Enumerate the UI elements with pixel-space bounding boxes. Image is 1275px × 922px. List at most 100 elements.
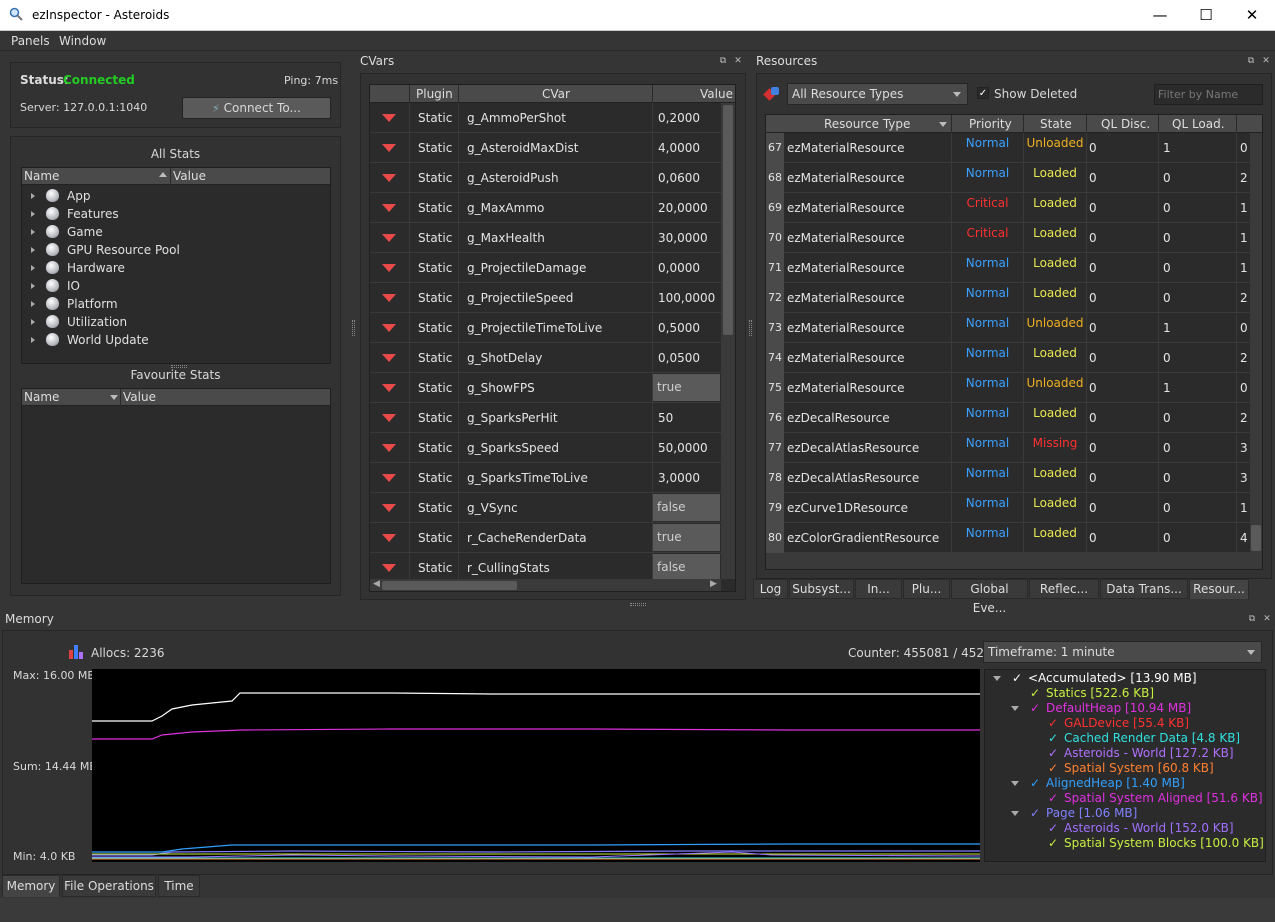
cvar-row[interactable]: Static g_MaxHealth 30,0000 [370, 223, 721, 253]
stat-tree-item[interactable]: GPU Resource Pool [22, 242, 330, 260]
cvar-value[interactable]: 0,0500 [658, 343, 720, 373]
stat-tree-item[interactable]: World Update [22, 332, 330, 350]
expand-arrow-icon[interactable] [31, 247, 35, 253]
resource-row[interactable]: 74 ezMaterialResource Normal Loaded 0 0 2 [766, 343, 1250, 373]
stat-tree-item[interactable]: Platform [22, 296, 330, 314]
panel-close-icon[interactable]: ✕ [733, 56, 743, 66]
tab-4[interactable]: Plu... [903, 579, 950, 599]
cvar-row[interactable]: Static g_ShotDelay 0,0500 [370, 343, 721, 373]
expand-arrow-icon[interactable] [31, 265, 35, 271]
cvar-value[interactable]: false [653, 554, 720, 581]
expand-arrow-icon[interactable] [31, 283, 35, 289]
menu-window[interactable]: Window [59, 34, 106, 48]
stat-tree-item[interactable]: Hardware [22, 260, 330, 278]
legend-item[interactable]: ✓ Page [1.06 MB] [985, 806, 1265, 821]
tab-8[interactable]: Resour... [1189, 579, 1249, 599]
resource-row[interactable]: 67 ezMaterialResource Normal Unloaded 0 1 0 [766, 133, 1250, 163]
col-resource-type[interactable]: Resource Type [824, 117, 910, 131]
col-ql-load[interactable]: QL Load. [1172, 117, 1225, 131]
tab-file-operations[interactable]: File Operations [62, 875, 156, 897]
tab-3[interactable]: In... [855, 579, 902, 599]
cvar-row[interactable]: Static g_AsteroidMaxDist 4,0000 [370, 133, 721, 163]
expand-arrow-icon[interactable] [31, 229, 35, 235]
cvar-value[interactable]: 30,0000 [658, 223, 720, 253]
tab-1[interactable]: Log [753, 579, 788, 599]
col-plugin[interactable]: Plugin [416, 87, 453, 101]
tab-6[interactable]: Reflec... [1029, 579, 1099, 599]
col-value[interactable]: Value [173, 169, 206, 183]
legend-item[interactable]: ✓ Asteroids - World [127.2 KB] [985, 746, 1265, 761]
col-ql-disc[interactable]: QL Disc. [1101, 117, 1150, 131]
col-value[interactable]: Value [700, 87, 733, 101]
resources-table[interactable]: Resource Type Priority State QL Disc. QL… [765, 114, 1263, 570]
show-deleted-checkbox[interactable]: ✓ [977, 87, 989, 99]
cvar-value[interactable]: 0,0600 [658, 163, 720, 193]
legend-item[interactable]: ✓ Cached Render Data [4.8 KB] [985, 731, 1265, 746]
stat-tree-item[interactable]: App [22, 188, 330, 206]
resource-row[interactable]: 71 ezMaterialResource Normal Loaded 0 0 1 [766, 253, 1250, 283]
resource-row[interactable]: 73 ezMaterialResource Normal Unloaded 0 1 0 [766, 313, 1250, 343]
cvar-value[interactable]: 4,0000 [658, 133, 720, 163]
resource-row[interactable]: 70 ezMaterialResource Critical Loaded 0 0 1 [766, 223, 1250, 253]
check-icon[interactable]: ✓ [1048, 761, 1058, 775]
cvar-row[interactable]: Static g_SparksSpeed 50,0000 [370, 433, 721, 463]
memory-legend-tree[interactable]: ✓ <Accumulated> [13.90 MB] ✓ Statics [522.6… [984, 669, 1266, 862]
cvar-row[interactable]: Static r_CacheRenderData true [370, 523, 721, 553]
cvar-value[interactable]: 20,0000 [658, 193, 720, 223]
resource-row[interactable]: 68 ezMaterialResource Normal Loaded 0 0 2 [766, 163, 1250, 193]
fav-col-name[interactable]: Name [24, 390, 59, 404]
cvars-table[interactable]: Plugin CVar Value Static g_AmmoPerShot 0,2… [369, 84, 736, 592]
fav-col-value[interactable]: Value [123, 390, 156, 404]
stat-tree-item[interactable]: Game [22, 224, 330, 242]
cvars-vscrollbar[interactable] [721, 103, 735, 579]
cvar-value[interactable]: 0,0000 [658, 253, 720, 283]
check-icon[interactable]: ✓ [1030, 806, 1040, 820]
tab-time[interactable]: Time [158, 875, 200, 897]
all-stats-tree[interactable]: Name Value App Features Game GPU Resource P… [21, 167, 331, 364]
check-icon[interactable]: ✓ [1030, 701, 1040, 715]
col-state[interactable]: State [1040, 117, 1072, 131]
stat-tree-item[interactable]: Features [22, 206, 330, 224]
favourite-stats-tree[interactable]: Name Value [21, 388, 331, 584]
legend-item[interactable]: ✓ AlignedHeap [1.40 MB] [985, 776, 1265, 791]
close-button[interactable]: ✕ [1229, 0, 1275, 31]
resource-row[interactable]: 72 ezMaterialResource Normal Loaded 0 0 2 [766, 283, 1250, 313]
expand-arrow-icon[interactable] [31, 337, 35, 343]
check-icon[interactable]: ✓ [1012, 671, 1022, 685]
cvar-value[interactable]: true [653, 374, 720, 401]
connect-to-button[interactable]: ⚡ Connect To... [182, 97, 331, 119]
col-priority[interactable]: Priority [969, 117, 1012, 131]
float-icon[interactable]: ⧉ [1246, 56, 1256, 66]
cvar-value[interactable]: 0,2000 [658, 103, 720, 133]
check-icon[interactable]: ✓ [1048, 731, 1058, 745]
expand-arrow-icon[interactable] [31, 193, 35, 199]
panel-close-icon[interactable]: ✕ [1262, 614, 1272, 624]
resources-hscrollbar[interactable] [766, 553, 1262, 569]
legend-item[interactable]: ✓ DefaultHeap [10.94 MB] [985, 701, 1265, 716]
middle-splitter-handle[interactable] [749, 320, 752, 336]
expand-arrow-icon[interactable] [31, 211, 35, 217]
resource-row[interactable]: 77 ezDecalAtlasResource Normal Missing 0 0 3 [766, 433, 1250, 463]
resource-row[interactable]: 79 ezCurve1DResource Normal Loaded 0 0 1 [766, 493, 1250, 523]
tab-7[interactable]: Data Trans... [1100, 579, 1188, 599]
cvars-hscrollbar[interactable]: ◀ ▶ [370, 579, 721, 591]
panel-close-icon[interactable]: ✕ [1261, 56, 1271, 66]
legend-item[interactable]: ✓ GALDevice [55.4 KB] [985, 716, 1265, 731]
cvar-row[interactable]: Static g_AsteroidPush 0,0600 [370, 163, 721, 193]
check-icon[interactable]: ✓ [1030, 686, 1040, 700]
scroll-right-icon[interactable]: ▶ [710, 579, 717, 589]
cvar-value[interactable]: true [653, 524, 720, 551]
minimize-button[interactable]: — [1137, 0, 1183, 31]
resource-row[interactable]: 80 ezColorGradientResource Normal Loaded 0 0 4 [766, 523, 1250, 553]
cvar-value[interactable]: false [653, 494, 720, 521]
horizontal-splitter-handle[interactable] [630, 603, 646, 606]
collapse-arrow-icon[interactable] [993, 676, 1001, 681]
filter-by-name-input[interactable]: Filter by Name [1154, 84, 1263, 105]
collapse-arrow-icon[interactable] [1011, 781, 1019, 786]
resource-row[interactable]: 75 ezMaterialResource Normal Unloaded 0 1 0 [766, 373, 1250, 403]
cvar-row[interactable]: Static g_SparksTimeToLive 3,0000 [370, 463, 721, 493]
cvar-row[interactable]: Static g_ShowFPS true [370, 373, 721, 403]
timeframe-select[interactable]: Timeframe: 1 minute [983, 641, 1262, 663]
resources-vscrollbar[interactable] [1250, 133, 1262, 553]
cvar-row[interactable]: Static g_MaxAmmo 20,0000 [370, 193, 721, 223]
